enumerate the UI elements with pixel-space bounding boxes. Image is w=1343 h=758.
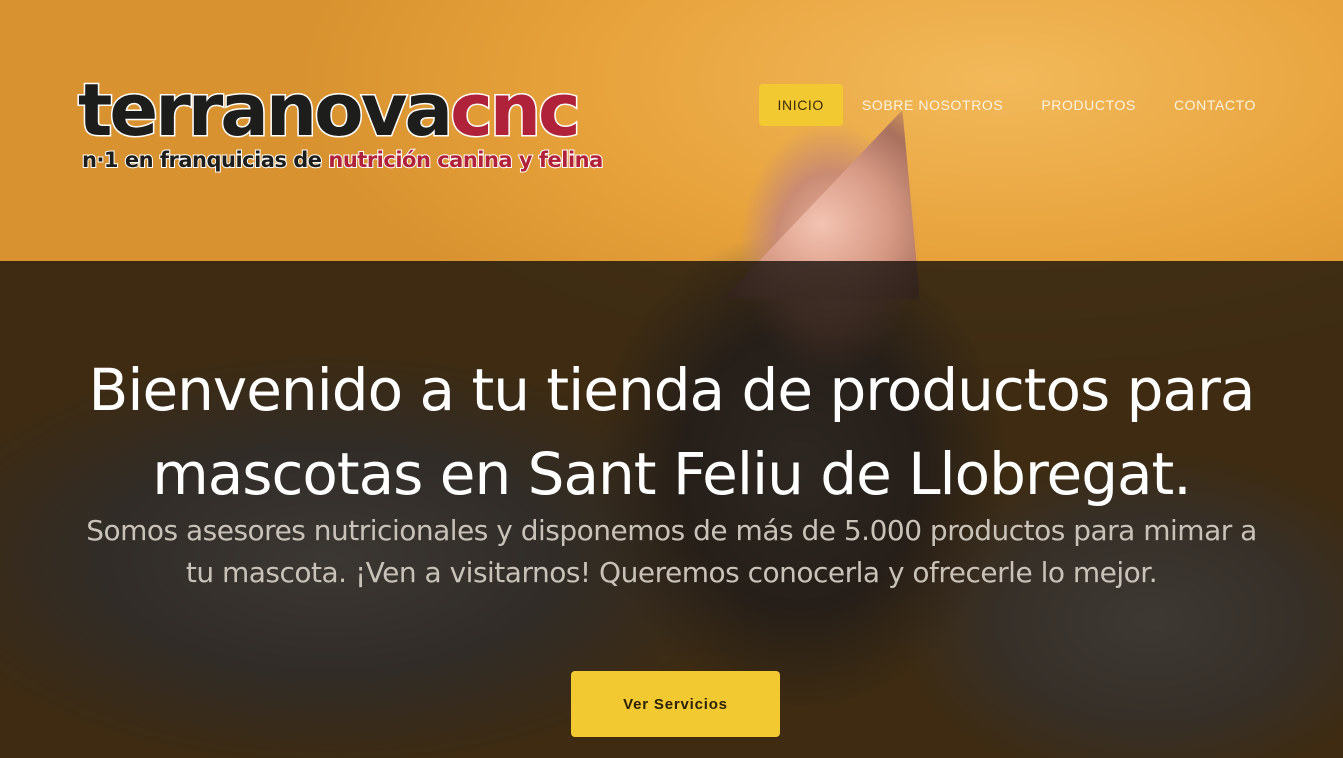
logo-tagline: n·1 en franquicias de nutrición canina y…	[81, 147, 604, 173]
ver-servicios-button[interactable]: Ver Servicios	[571, 671, 780, 737]
logo-brand-accent: cnc	[449, 68, 583, 152]
hero-title: Bienvenido a tu tienda de productos para…	[88, 356, 1256, 508]
hero-subtitle: Somos asesores nutricionales y disponemo…	[86, 514, 1257, 589]
logo-brand-dark: terranova	[76, 68, 454, 152]
main-nav: INICIO SOBRE NOSOTROS PRODUCTOS CONTACTO	[758, 84, 1275, 126]
nav-item-sobre-nosotros[interactable]: SOBRE NOSOTROS	[843, 84, 1022, 126]
site-logo[interactable]: terranovacnc n·1 en franquicias de nutri…	[76, 68, 618, 180]
logo-wordmark: terranovacnc	[76, 68, 583, 152]
nav-item-contacto[interactable]: CONTACTO	[1155, 84, 1275, 126]
nav-item-productos[interactable]: PRODUCTOS	[1022, 84, 1155, 126]
nav-item-inicio[interactable]: INICIO	[758, 84, 843, 126]
logo-tagline-accent: nutrición canina y felina	[327, 147, 604, 173]
page: terranovacnc n·1 en franquicias de nutri…	[0, 0, 1343, 758]
logo-tagline-dark: n·1 en franquicias de	[81, 147, 329, 173]
